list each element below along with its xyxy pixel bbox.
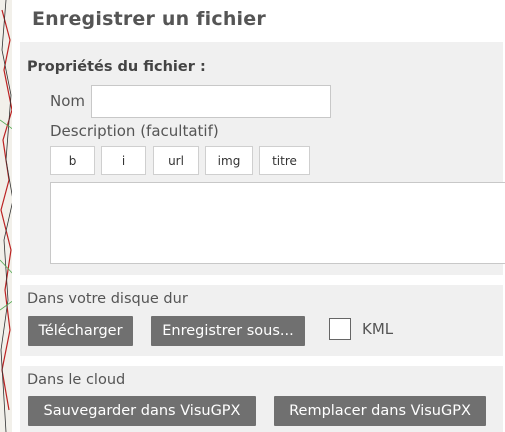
format-img-button[interactable]: img [205,146,253,175]
save-to-visugpx-button[interactable]: Sauvegarder dans VisuGPX [28,396,256,426]
file-properties-title: Propriétés du fichier : [27,59,206,75]
description-textarea[interactable] [50,182,505,264]
local-disk-title: Dans votre disque dur [27,291,188,307]
format-title-button[interactable]: titre [259,146,310,175]
replace-in-visugpx-button[interactable]: Remplacer dans VisuGPX [274,396,486,426]
local-disk-section: Dans votre disque dur Télécharger Enregi… [20,285,503,356]
name-label: Nom [50,92,86,110]
save-as-button[interactable]: Enregistrer sous... [151,316,305,346]
dialog-title: Enregistrer un fichier [32,8,266,30]
kml-label: KML [362,320,394,338]
cloud-title: Dans le cloud [27,372,126,388]
name-input[interactable] [91,85,331,118]
file-properties-section: Propriétés du fichier : Nom Description … [20,42,505,275]
download-button[interactable]: Télécharger [28,316,133,346]
description-label: Description (facultatif) [50,122,219,140]
format-url-button[interactable]: url [153,146,199,175]
kml-checkbox[interactable] [329,318,351,340]
format-italic-button[interactable]: i [101,146,146,175]
format-bold-button[interactable]: b [50,146,95,175]
cloud-section: Dans le cloud Sauvegarder dans VisuGPX R… [20,366,503,432]
